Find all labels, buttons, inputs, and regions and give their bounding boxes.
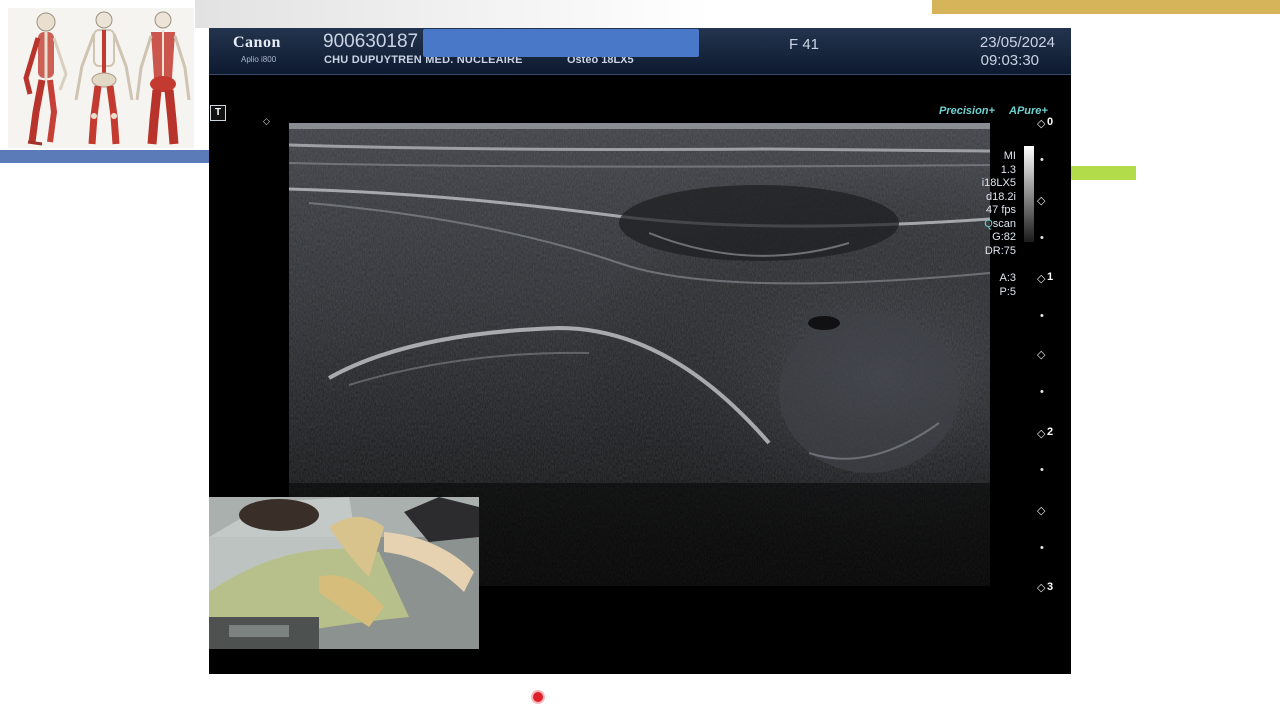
depth-tick: • bbox=[1040, 154, 1044, 166]
gain-value: G:82 bbox=[992, 231, 1016, 243]
frame-rate: 47 fps bbox=[986, 204, 1016, 216]
grayscale-bar bbox=[1024, 146, 1034, 242]
qscan-text: scan bbox=[992, 217, 1016, 230]
slide-gold-accent-bar bbox=[932, 0, 1280, 14]
patient-id: 900630187 bbox=[323, 31, 419, 52]
diamond-marker-icon: ◇ bbox=[263, 116, 270, 126]
exam-time: 09:03:30 bbox=[980, 52, 1039, 69]
diamond-marker-icon: ◇ bbox=[1037, 582, 1046, 594]
depth-label-0: 0 bbox=[1047, 116, 1054, 128]
depth-label-3: 3 bbox=[1047, 581, 1054, 593]
device-model: Aplio i800 bbox=[241, 55, 277, 64]
presenter-cursor bbox=[533, 692, 543, 702]
depth-tick: • bbox=[1040, 310, 1044, 322]
redaction-box bbox=[423, 29, 699, 57]
depth-tick: • bbox=[1040, 232, 1044, 244]
qscan-label: Qscan bbox=[984, 217, 1016, 230]
ultrasound-header: Canon Aplio i800 900630187 CHU DUPUYTREN… bbox=[209, 28, 1071, 75]
slide-blue-accent-bar bbox=[0, 150, 210, 163]
ultrasound-screen: Canon Aplio i800 900630187 CHU DUPUYTREN… bbox=[209, 28, 1071, 674]
diamond-marker-icon: ◇ bbox=[1037, 428, 1046, 440]
parameter-panel: MI 1.3 i18LX5 d18.2i 47 fps Qscan G:82 D… bbox=[916, 150, 1016, 299]
precision-label: Precision+ bbox=[939, 105, 995, 117]
depth-value: d18.2i bbox=[986, 190, 1016, 203]
muscle-back-figure bbox=[135, 11, 191, 145]
skeleton-side-figure bbox=[23, 12, 68, 146]
mi-label: MI bbox=[1003, 150, 1016, 162]
slide-green-accent-bar bbox=[1071, 166, 1136, 180]
skeleton-front-figure bbox=[74, 11, 134, 145]
depth-label-2: 2 bbox=[1047, 426, 1054, 438]
a-value: A:3 bbox=[999, 272, 1016, 284]
brand-logo: Canon bbox=[233, 34, 281, 51]
diamond-marker-icon: ◇ bbox=[1037, 349, 1046, 361]
p-value: P:5 bbox=[999, 285, 1016, 298]
procedure-camera-view bbox=[209, 497, 479, 649]
dynamic-range-value: DR:75 bbox=[984, 244, 1016, 257]
depth-scale: ◇ 0 • ◇ • ◇ 1 • ◇ • ◇ 2 • ◇ • ◇ 3 bbox=[1037, 116, 1071, 596]
diamond-marker-icon: ◇ bbox=[1037, 273, 1046, 285]
depth-label-1: 1 bbox=[1047, 271, 1054, 283]
diamond-marker-icon: ◇ bbox=[1037, 118, 1046, 130]
depth-tick: • bbox=[1040, 542, 1044, 554]
anatomy-illustration bbox=[8, 8, 194, 148]
diamond-marker-icon: ◇ bbox=[1037, 505, 1046, 517]
exam-date: 23/05/2024 bbox=[979, 34, 1055, 51]
depth-tick: • bbox=[1040, 386, 1044, 398]
diamond-marker-icon: ◇ bbox=[1037, 195, 1046, 207]
frequency-label: F 41 bbox=[789, 36, 820, 53]
depth-tick: • bbox=[1040, 464, 1044, 476]
slide-top-gradient bbox=[195, 0, 930, 28]
mi-value: 1.3 bbox=[1000, 163, 1016, 176]
text-annotation-icon[interactable]: T bbox=[210, 105, 226, 121]
probe-name: i18LX5 bbox=[981, 177, 1016, 189]
